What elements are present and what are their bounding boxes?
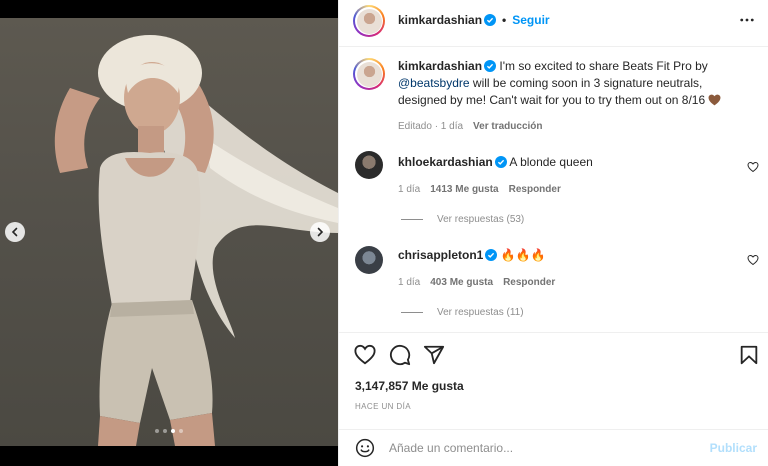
caption-edited: Editado · 1 día	[398, 121, 464, 132]
more-icon	[740, 18, 754, 22]
add-comment-bar: Publicar	[339, 429, 768, 466]
comment-icon[interactable]	[389, 344, 411, 366]
author-avatar[interactable]	[353, 5, 385, 37]
caption-username-link[interactable]: kimkardashian	[398, 59, 482, 73]
replies-divider	[401, 312, 423, 313]
post-media	[0, 0, 338, 466]
next-image-button[interactable]	[310, 222, 330, 242]
carousel-dot	[163, 429, 167, 433]
caption-avatar[interactable]	[353, 58, 385, 90]
post-timestamp[interactable]: Hace un día	[355, 402, 411, 411]
commenter-avatar[interactable]	[355, 246, 383, 274]
carousel-dot	[179, 429, 183, 433]
commenter-username-link[interactable]: khloekardashian	[398, 155, 493, 169]
comment-age: 1 día	[398, 184, 421, 195]
carousel-dot-active	[171, 429, 175, 433]
chevron-left-icon	[11, 227, 18, 237]
mention-link[interactable]: @beatsbydre	[398, 76, 470, 90]
carousel-dot	[155, 429, 159, 433]
comment-likes-link[interactable]: 1413 Me gusta	[430, 184, 498, 195]
comment-body: A blonde queen	[506, 155, 593, 169]
comment-text: chrisappleton1 🔥🔥🔥	[398, 248, 546, 262]
caption-meta: Editado · 1 día Ver traducción	[398, 121, 543, 132]
comment-likes-link[interactable]: 403 Me gusta	[430, 277, 493, 288]
view-replies-button[interactable]: Ver respuestas (53)	[401, 214, 524, 225]
replies-divider	[401, 219, 423, 220]
caption-text: kimkardashian I'm so excited to share Be…	[398, 58, 743, 109]
author-username-link[interactable]: kimkardashian	[398, 13, 482, 27]
translate-link[interactable]: Ver traducción	[473, 121, 542, 132]
comment-like-icon[interactable]	[747, 161, 759, 173]
comment-text: khloekardashian A blonde queen	[398, 155, 593, 169]
comment-age: 1 día	[398, 277, 421, 288]
header-separator: •	[502, 13, 507, 27]
follow-button[interactable]: Seguir	[512, 13, 549, 27]
verified-icon	[494, 156, 507, 168]
post-header: kimkardashian • Seguir	[339, 0, 768, 47]
header-user: kimkardashian • Seguir	[398, 13, 550, 27]
post-actions: 3,147,857 Me gusta Hace un día	[339, 332, 768, 422]
previous-image-button[interactable]	[5, 222, 25, 242]
like-button-heart-icon[interactable]	[354, 344, 376, 366]
comment-body: 🔥🔥🔥	[497, 248, 546, 262]
carousel-indicator	[0, 429, 338, 433]
emoji-icon[interactable]	[355, 438, 375, 458]
comment-input[interactable]	[389, 439, 689, 457]
post-photo-illustration	[54, 35, 338, 446]
caption-body-start: I'm so excited to share Beats Fit Pro by	[496, 59, 708, 73]
commenter-avatar[interactable]	[355, 151, 383, 179]
view-replies-button[interactable]: Ver respuestas (11)	[401, 307, 524, 318]
verified-icon	[484, 60, 497, 72]
comment-like-icon[interactable]	[747, 254, 759, 266]
comment-meta: 1 día 403 Me gusta Responder	[398, 277, 555, 288]
more-options-button[interactable]	[739, 13, 755, 27]
commenter-username-link[interactable]: chrisappleton1	[398, 248, 483, 262]
chevron-right-icon	[317, 227, 324, 237]
brown-heart-emoji-icon	[709, 94, 721, 106]
post-panel: kimkardashian • Seguir kimkardashian I'm…	[338, 0, 768, 466]
reply-button[interactable]: Responder	[503, 277, 555, 288]
share-icon[interactable]	[423, 344, 445, 366]
comment-meta: 1 día 1413 Me gusta Responder	[398, 184, 561, 195]
bookmark-icon[interactable]	[738, 344, 760, 366]
post-photo[interactable]	[0, 18, 338, 446]
verified-icon	[485, 249, 498, 261]
view-replies-label: Ver respuestas (53)	[437, 214, 525, 225]
reply-button[interactable]: Responder	[509, 184, 561, 195]
view-replies-label: Ver respuestas (11)	[437, 307, 524, 318]
publish-comment-button[interactable]: Publicar	[710, 441, 757, 455]
verified-icon	[484, 14, 497, 26]
likes-count[interactable]: 3,147,857 Me gusta	[355, 379, 464, 393]
